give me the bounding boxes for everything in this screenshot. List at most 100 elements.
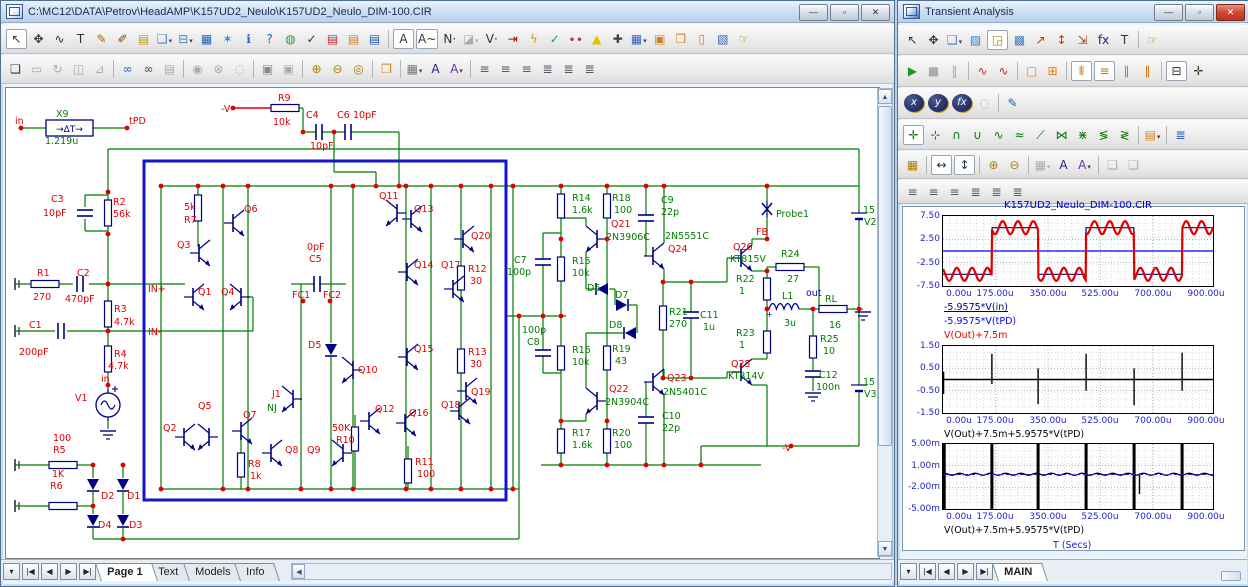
- select-region-icon[interactable]: ▧: [713, 29, 732, 49]
- close-button[interactable]: ✕: [1216, 4, 1245, 21]
- helper-hand-icon[interactable]: ☞: [734, 29, 753, 49]
- select-frame-icon[interactable]: ❏: [6, 59, 25, 79]
- zoom-in-icon[interactable]: ⊕: [984, 155, 1003, 175]
- rect-tool[interactable]: ▭: [27, 59, 46, 79]
- run-button[interactable]: ▶: [903, 61, 922, 81]
- web-icon[interactable]: ◍: [281, 29, 300, 49]
- align-center-icon[interactable]: ≡: [924, 182, 943, 202]
- stripes-v-icon[interactable]: ⦀: [1071, 61, 1092, 81]
- shapes-tool[interactable]: ❑▾: [155, 29, 174, 49]
- select-tool[interactable]: ↖: [6, 29, 27, 49]
- image-icon[interactable]: ▨: [966, 30, 985, 50]
- wire-tool[interactable]: ✎: [92, 29, 111, 49]
- align-right-icon[interactable]: ≡: [517, 59, 536, 79]
- select-tool[interactable]: ↖: [903, 30, 922, 50]
- page-nav-2[interactable]: ◀: [41, 563, 58, 580]
- more-circle-icon[interactable]: ◌: [230, 59, 249, 79]
- find-next-icon[interactable]: ∞: [139, 59, 158, 79]
- color-font-icon[interactable]: A▾: [447, 59, 466, 79]
- cross-axes-icon[interactable]: ✚: [608, 29, 627, 49]
- sheet-cancel-icon[interactable]: ▤: [323, 29, 342, 49]
- bring-front-icon[interactable]: ▣: [258, 59, 277, 79]
- tab-info[interactable]: Info: [234, 563, 280, 581]
- find-icon[interactable]: ∞: [118, 59, 137, 79]
- plot-nav-3[interactable]: ▶: [957, 563, 974, 580]
- crossing-icon[interactable]: ⋈: [1052, 125, 1071, 145]
- family2-icon[interactable]: ≷: [1115, 125, 1134, 145]
- node-numbers-toggle[interactable]: N·: [440, 29, 459, 49]
- pin-connection-icon[interactable]: ∙∙: [566, 29, 585, 49]
- slope-icon[interactable]: ⟋: [1031, 125, 1050, 145]
- send-back-icon[interactable]: ❏: [1124, 155, 1143, 175]
- restore-button[interactable]: ▫: [830, 4, 859, 21]
- bring-front-icon[interactable]: ❏: [1103, 155, 1122, 175]
- cursor-mode-icon[interactable]: ✛: [903, 125, 924, 145]
- sheet-border-icon[interactable]: ▣: [650, 29, 669, 49]
- wave2-icon[interactable]: ≈: [1010, 125, 1029, 145]
- condition-check-icon[interactable]: ✓: [545, 29, 564, 49]
- align-center-icon[interactable]: ≡: [496, 59, 515, 79]
- plot-nav-1[interactable]: |◀: [919, 563, 936, 580]
- grid-dropdown[interactable]: ▦▾: [1033, 155, 1052, 175]
- shapes-tool[interactable]: ❑▾: [945, 30, 964, 50]
- cross-cursor-icon[interactable]: ✛: [1189, 61, 1208, 81]
- page-nav-1[interactable]: |◀: [22, 563, 39, 580]
- pan-tool[interactable]: ✥: [924, 30, 943, 50]
- fx-icon[interactable]: fx: [1094, 30, 1113, 50]
- peak-icon[interactable]: ∩: [947, 125, 966, 145]
- wave-icon[interactable]: ∿: [989, 125, 1008, 145]
- scroll-left-button[interactable]: ◀: [292, 564, 305, 579]
- page-nav-3[interactable]: ▶: [60, 563, 77, 580]
- info-icon[interactable]: ℹ: [239, 29, 258, 49]
- notepad-icon[interactable]: ▤: [160, 59, 179, 79]
- power-icon[interactable]: ϟ: [524, 29, 543, 49]
- fx-button[interactable]: fx: [952, 94, 972, 112]
- red-curve2-icon[interactable]: ∿: [994, 61, 1013, 81]
- minimize-button[interactable]: —: [1154, 4, 1183, 21]
- analysis-hscroll-thumb[interactable]: [1221, 571, 1241, 581]
- text-tool[interactable]: T: [71, 29, 90, 49]
- y-axis-button[interactable]: y: [928, 94, 948, 112]
- schematic-canvas[interactable]: +→ΔT→inX9tPD1.219u-VR910kC410pFC610pFC31…: [6, 88, 877, 556]
- align-left-icon[interactable]: ≡: [475, 59, 494, 79]
- font-icon[interactable]: A: [1054, 155, 1073, 175]
- pan-tool[interactable]: ✥: [29, 29, 48, 49]
- numeric-output-icon[interactable]: ▦: [903, 155, 922, 175]
- align-right-icon[interactable]: ≡: [945, 182, 964, 202]
- properties-icon[interactable]: ☞: [1143, 30, 1162, 50]
- bars-v2-icon[interactable]: ∥: [1138, 61, 1157, 81]
- schematic-titlebar[interactable]: C:\MC12\DATA\Petrov\HeadAMP\K157UD2_Neul…: [1, 1, 894, 23]
- zoom-in-icon[interactable]: ⊕: [307, 59, 326, 79]
- stop-button[interactable]: ■: [924, 61, 943, 81]
- page-flip-icon[interactable]: ❐: [377, 59, 396, 79]
- edit-page-icon[interactable]: ✎: [1003, 93, 1022, 113]
- zoom-search-icon[interactable]: ◌: [975, 93, 994, 113]
- send-back-icon[interactable]: ▣: [279, 59, 298, 79]
- rotate-icon[interactable]: ↻: [48, 59, 67, 79]
- limits-box-icon[interactable]: ▢: [1022, 61, 1041, 81]
- current-arrow-icon[interactable]: ⇥: [503, 29, 522, 49]
- scroll-up-button[interactable]: ▲: [878, 89, 892, 104]
- stop-circle-icon[interactable]: ⊗: [209, 59, 228, 79]
- close-button[interactable]: ✕: [861, 4, 890, 21]
- text-tool[interactable]: T: [1115, 30, 1134, 50]
- waveform-probe-icon[interactable]: ∿: [50, 29, 69, 49]
- spreadsheet-icon[interactable]: ▦: [197, 29, 216, 49]
- grid-toggle[interactable]: ▦▾: [629, 29, 648, 49]
- scale-y-icon[interactable]: ↕: [1052, 30, 1071, 50]
- pause-button[interactable]: ‖: [945, 61, 964, 81]
- scale-h-icon[interactable]: ↔: [931, 155, 952, 175]
- align-bottom-icon[interactable]: ≣: [580, 59, 599, 79]
- restore-button[interactable]: ▫: [1185, 4, 1214, 21]
- flowchart-tool[interactable]: ⊟▾: [176, 29, 195, 49]
- paste-icon[interactable]: ▤▾: [1143, 125, 1162, 145]
- wand-icon[interactable]: ✶: [218, 29, 237, 49]
- plot-nav-2[interactable]: ◀: [938, 563, 955, 580]
- plot-nav-4[interactable]: ▶|: [976, 563, 993, 580]
- warning-triangle-icon[interactable]: ▲: [587, 29, 606, 49]
- align-middle-icon[interactable]: ≣: [987, 182, 1006, 202]
- page-nav-4[interactable]: ▶|: [79, 563, 96, 580]
- horiz-cursor-icon[interactable]: ⊟: [1166, 61, 1187, 81]
- mirror-icon[interactable]: ◫: [69, 59, 88, 79]
- checkbox-icon[interactable]: ✓: [302, 29, 321, 49]
